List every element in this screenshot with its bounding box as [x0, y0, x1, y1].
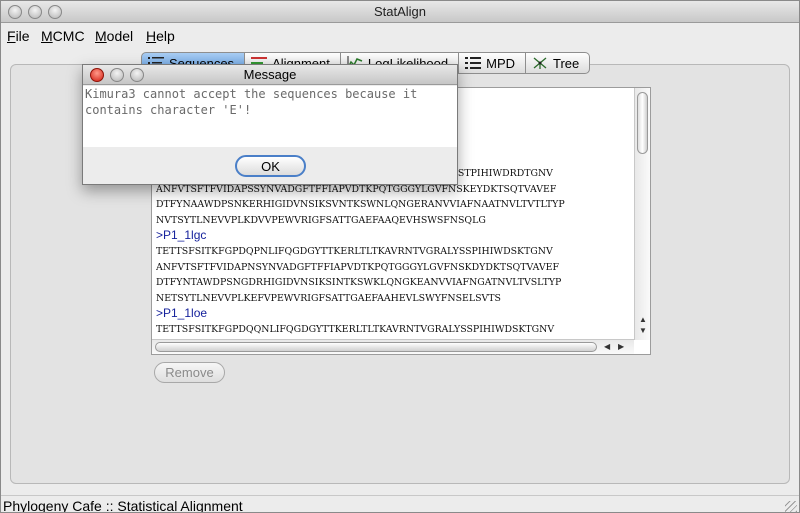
window-titlebar[interactable]: StatAlign — [1, 1, 799, 23]
tab-mpd[interactable]: MPD — [459, 52, 526, 74]
menu-help[interactable]: Help — [146, 28, 175, 44]
sequence-line: ANFVTSFTFVIDAPNSYNVADGFTFFIAPVDTKPQTGGGY… — [156, 261, 560, 273]
tab-tree[interactable]: Tree — [526, 52, 591, 74]
resize-grip-icon[interactable] — [785, 501, 797, 512]
tab-label: Tree — [553, 55, 580, 71]
vertical-scroll-thumb[interactable] — [637, 92, 648, 154]
mpd-icon — [465, 57, 482, 69]
sequence-line: DTFYNTAWDPSNGDRHIGIDVNSIKSINTKSWKLQNGKEA… — [156, 277, 562, 289]
status-bar: Phylogeny Cafe :: Statistical Alignment — [1, 495, 799, 513]
menu-mcmc[interactable]: MCMC — [41, 28, 85, 44]
scroll-up-icon[interactable]: ▲ — [639, 315, 647, 324]
sequence-line: TETTSFSITKFGPDQQNLIFQGDGYTTKERLTLTKAVRNT… — [156, 323, 555, 335]
tab-label: MPD — [486, 55, 515, 71]
scroll-down-icon[interactable]: ▼ — [639, 326, 647, 335]
sequence-line: NETSYTLNEVVPLKEFVPEWVRIGFSATTGAEFAAHEVLS… — [156, 292, 501, 304]
sequence-line: NVTSYTLNEVVPLKDVVPEWVRIGFSATTGAEFAAQEVHS… — [156, 214, 486, 226]
vertical-scrollbar[interactable]: ▲ ▼ — [634, 88, 650, 340]
status-text: Phylogeny Cafe :: Statistical Alignment — [3, 498, 243, 513]
menu-file[interactable]: File — [7, 28, 30, 44]
dialog-title: Message — [243, 67, 297, 82]
sequence-line: DTFYNAAWDPSNKERHIGIDVNSIKSVNTKSWNLQNGERA… — [156, 199, 565, 211]
dialog-message: Kimura3 cannot accept the sequences beca… — [83, 86, 457, 147]
message-dialog: Message Kimura3 cannot accept the sequen… — [82, 64, 458, 185]
menu-bar: File MCMC Model Help — [1, 24, 799, 48]
sequence-line: TETTSFSITKFGPDQPNLIFQGDGYTTKERLTLTKAVRNT… — [156, 245, 553, 257]
menu-model[interactable]: Model — [95, 28, 133, 44]
horizontal-scroll-thumb[interactable] — [155, 342, 597, 352]
horizontal-scrollbar[interactable]: ◀ ▶ — [152, 339, 634, 354]
window-title: StatAlign — [373, 4, 427, 19]
sequence-name: >P1_1loe — [156, 306, 208, 321]
tree-icon — [533, 57, 547, 69]
ok-button[interactable]: OK — [235, 155, 306, 177]
scroll-right-icon[interactable]: ▶ — [618, 342, 624, 351]
main-window: StatAlign File MCMC Model Help Sequences… — [0, 0, 800, 513]
sequence-name: >P1_1lgc — [156, 228, 207, 243]
remove-button[interactable]: Remove — [154, 362, 225, 383]
scroll-left-icon[interactable]: ◀ — [604, 342, 610, 351]
dialog-titlebar[interactable]: Message — [83, 65, 457, 85]
